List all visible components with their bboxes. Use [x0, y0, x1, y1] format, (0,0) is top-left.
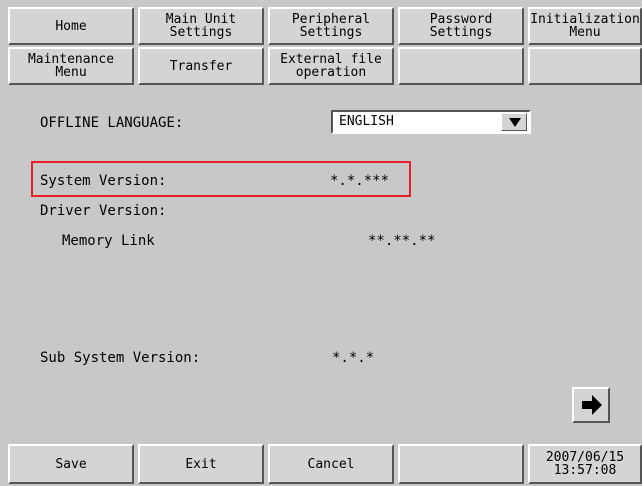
save-button[interactable]: Save	[8, 444, 134, 484]
offline-language-dropdown[interactable]: ENGLISH	[331, 110, 531, 134]
tab-external-file-operation[interactable]: External file operation	[268, 47, 394, 85]
bottom-bar: Save Exit Cancel 2007/06/15 13:57:08	[0, 442, 642, 486]
tab-password-settings[interactable]: Password Settings	[398, 7, 524, 45]
tab-initialization-menu[interactable]: Initialization Menu	[528, 7, 642, 45]
exit-button[interactable]: Exit	[138, 444, 264, 484]
sub-system-version-label: Sub System Version:	[40, 350, 201, 366]
sub-system-version-value: *.*.*	[332, 350, 375, 366]
offline-language-value: ENGLISH	[339, 114, 394, 129]
system-version-label: System Version:	[40, 173, 167, 189]
main-panel	[0, 87, 642, 442]
tab-empty-1	[398, 47, 524, 85]
tab-bar: Home Main Unit Settings Peripheral Setti…	[0, 0, 642, 87]
memory-link-value: **.**.**	[368, 233, 436, 249]
driver-version-label: Driver Version:	[40, 203, 167, 219]
next-button[interactable]	[572, 387, 610, 423]
empty-button	[398, 444, 524, 484]
tab-transfer[interactable]: Transfer	[138, 47, 264, 85]
time-text: 13:57:08	[553, 463, 617, 478]
tab-main-unit-settings[interactable]: Main Unit Settings	[138, 7, 264, 45]
offline-language-label: OFFLINE LANGUAGE:	[40, 115, 184, 131]
memory-link-label: Memory Link	[62, 233, 155, 249]
datetime-display: 2007/06/15 13:57:08	[528, 444, 642, 484]
system-version-value: *.*.***	[330, 173, 390, 189]
arrow-right-icon	[582, 395, 602, 415]
tab-empty-2	[528, 47, 642, 85]
tab-home[interactable]: Home	[8, 7, 134, 45]
cancel-button[interactable]: Cancel	[268, 444, 394, 484]
tab-peripheral-settings[interactable]: Peripheral Settings	[268, 7, 394, 45]
triangle-down-icon[interactable]	[501, 113, 527, 131]
tab-maintenance-menu[interactable]: Maintenance Menu	[8, 47, 134, 85]
